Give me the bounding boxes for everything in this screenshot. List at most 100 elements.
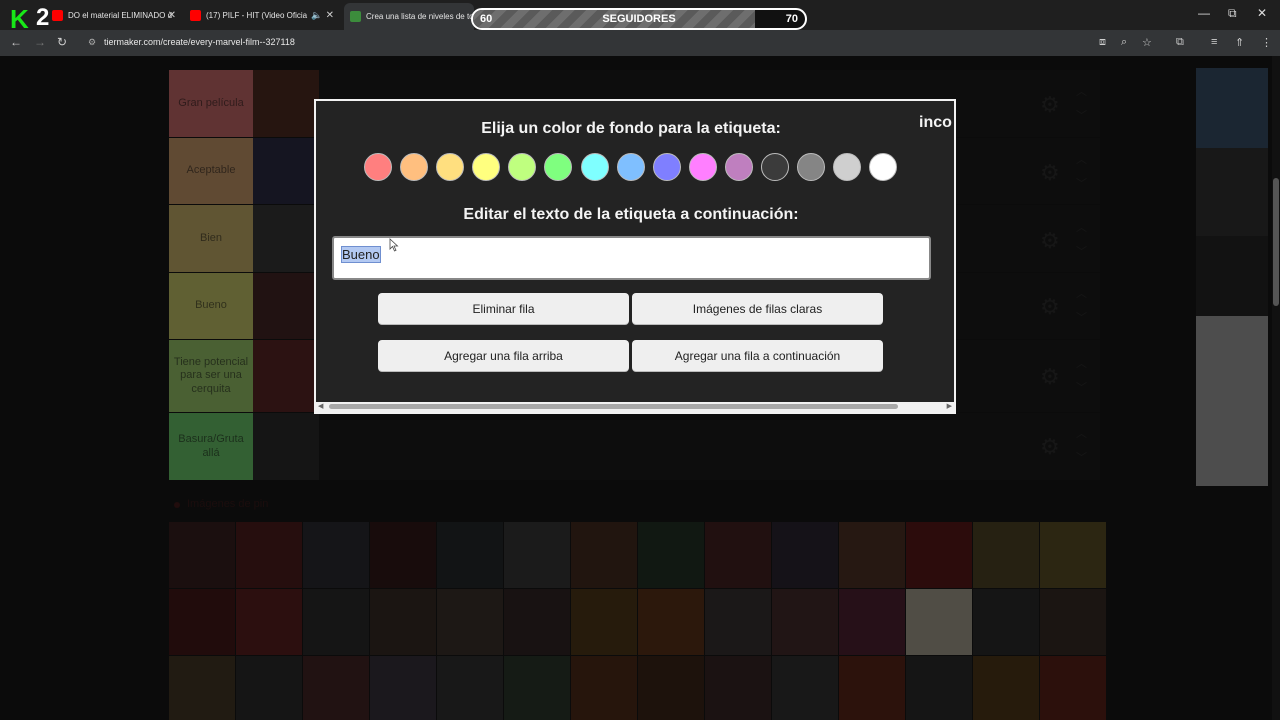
move-row-arrows-icon[interactable]: ︿ ﹀ (1076, 80, 1087, 128)
color-swatch[interactable] (616, 153, 645, 181)
pool-image[interactable] (437, 589, 503, 655)
pool-image[interactable] (504, 589, 570, 655)
pool-image[interactable] (571, 656, 637, 720)
pool-image[interactable] (772, 656, 838, 720)
move-row-arrows-icon[interactable]: ︿ ﹀ (1076, 352, 1087, 400)
color-swatch[interactable] (364, 153, 392, 181)
pool-image[interactable] (705, 522, 771, 588)
modal-scrollbar-thumb[interactable] (329, 404, 898, 409)
color-swatch[interactable] (724, 153, 753, 181)
pool-image[interactable] (169, 589, 235, 655)
tier-label[interactable]: Bueno (169, 273, 253, 339)
page-scrollbar-thumb[interactable] (1273, 178, 1279, 306)
minimize-button[interactable]: — (1198, 6, 1210, 20)
pool-image[interactable] (772, 589, 838, 655)
color-swatch[interactable] (688, 153, 717, 181)
pool-image[interactable] (504, 656, 570, 720)
add-row-above-button[interactable]: Agregar una fila arriba (378, 340, 629, 371)
media-control-icon[interactable]: ≡ (1211, 36, 1217, 48)
pool-image[interactable] (772, 522, 838, 588)
zoom-icon[interactable]: ⌕ (1121, 36, 1127, 49)
pool-image[interactable] (638, 656, 704, 720)
gear-icon[interactable]: ⚙ (1040, 434, 1060, 460)
color-swatch[interactable] (797, 153, 826, 181)
gear-icon[interactable]: ⚙ (1040, 294, 1060, 320)
pool-image[interactable] (303, 656, 369, 720)
translate-icon[interactable]: ⧈ (1099, 36, 1106, 49)
pool-image[interactable] (1040, 656, 1106, 720)
pool-image[interactable] (303, 522, 369, 588)
pool-image[interactable] (504, 522, 570, 588)
pool-image[interactable] (973, 589, 1039, 655)
gear-icon[interactable]: ⚙ (1040, 228, 1060, 254)
pool-image[interactable] (839, 589, 905, 655)
color-swatch[interactable] (869, 153, 898, 181)
pool-image[interactable] (370, 656, 436, 720)
pool-image[interactable] (638, 589, 704, 655)
color-swatch[interactable] (436, 153, 465, 181)
pool-image[interactable] (906, 589, 972, 655)
modal-horizontal-scrollbar[interactable]: ◀ ▶ (316, 402, 954, 412)
pool-image[interactable] (638, 522, 704, 588)
color-swatch[interactable] (400, 153, 429, 181)
pool-image[interactable] (906, 656, 972, 720)
tier-label[interactable]: Basura/Gruta allá (169, 413, 253, 480)
profile-icon[interactable]: ⇑ (1235, 36, 1244, 49)
move-row-arrows-icon[interactable]: ︿ ﹀ (1076, 282, 1087, 330)
color-swatch[interactable] (833, 153, 862, 181)
forward-icon[interactable]: → (34, 35, 46, 49)
pool-image[interactable] (1040, 589, 1106, 655)
scroll-left-icon[interactable]: ◀ (318, 402, 323, 410)
site-info-icon[interactable]: ⚙ (88, 37, 96, 48)
url-text[interactable]: tiermaker.com/create/every-marvel-film--… (104, 37, 295, 47)
maximize-button[interactable]: ⧉ (1228, 6, 1237, 21)
pool-image[interactable] (973, 656, 1039, 720)
pool-image[interactable] (370, 589, 436, 655)
tier-label[interactable]: Bien (169, 205, 253, 272)
tier-label-input[interactable]: Bueno (332, 236, 931, 280)
pool-image[interactable] (437, 656, 503, 720)
browser-tab-2[interactable]: (17) PILF - HIT (Video Oficia 🔈 ✕ (190, 4, 338, 26)
pool-image[interactable] (1040, 522, 1106, 588)
pool-image[interactable] (437, 522, 503, 588)
pool-image[interactable] (705, 656, 771, 720)
color-swatch[interactable] (652, 153, 681, 181)
reload-icon[interactable]: ↻ (57, 35, 67, 49)
pool-image[interactable] (839, 656, 905, 720)
back-icon[interactable]: ← (10, 35, 22, 49)
pool-image[interactable] (571, 589, 637, 655)
close-window-button[interactable]: ✕ (1257, 6, 1267, 20)
tier-label[interactable]: Gran película (169, 70, 253, 137)
page-scrollbar[interactable] (1272, 56, 1280, 720)
pool-image[interactable] (839, 522, 905, 588)
tier-label[interactable]: Aceptable (169, 138, 253, 204)
pool-image[interactable] (571, 522, 637, 588)
browser-tab-1[interactable]: DO el material ELIMINADO d ✕ (52, 4, 180, 26)
color-swatch[interactable] (580, 153, 609, 181)
bookmark-star-icon[interactable]: ☆ (1142, 36, 1152, 49)
browser-tab-3-active[interactable]: Crea una lista de niveles de tod (344, 3, 474, 30)
close-tab-icon[interactable]: ✕ (326, 10, 334, 21)
pool-image[interactable] (169, 522, 235, 588)
add-row-below-button[interactable]: Agregar una fila a continuación (632, 340, 883, 371)
close-tab-icon[interactable]: ✕ (168, 10, 176, 21)
tier-label[interactable]: Tiene potencial para ser una cerquita (169, 340, 253, 412)
menu-icon[interactable]: ⋮ (1261, 36, 1272, 49)
gear-icon[interactable]: ⚙ (1040, 92, 1060, 118)
clear-row-images-button[interactable]: Imágenes de filas claras (632, 293, 883, 324)
pool-image[interactable] (236, 522, 302, 588)
color-swatch[interactable] (761, 153, 790, 181)
pool-image[interactable] (370, 522, 436, 588)
pool-image[interactable] (169, 656, 235, 720)
speaker-icon[interactable]: 🔈 (311, 10, 322, 21)
color-swatch[interactable] (508, 153, 537, 181)
extensions-icon[interactable]: ⧉ (1176, 36, 1184, 49)
scroll-right-icon[interactable]: ▶ (947, 402, 952, 410)
pool-image[interactable] (236, 589, 302, 655)
move-row-arrows-icon[interactable]: ︿ ﹀ (1076, 216, 1087, 264)
move-row-arrows-icon[interactable]: ︿ ﹀ (1076, 422, 1087, 470)
pool-image[interactable] (303, 589, 369, 655)
pool-image[interactable] (705, 589, 771, 655)
gear-icon[interactable]: ⚙ (1040, 160, 1060, 186)
move-row-arrows-icon[interactable]: ︿ ﹀ (1076, 148, 1087, 196)
